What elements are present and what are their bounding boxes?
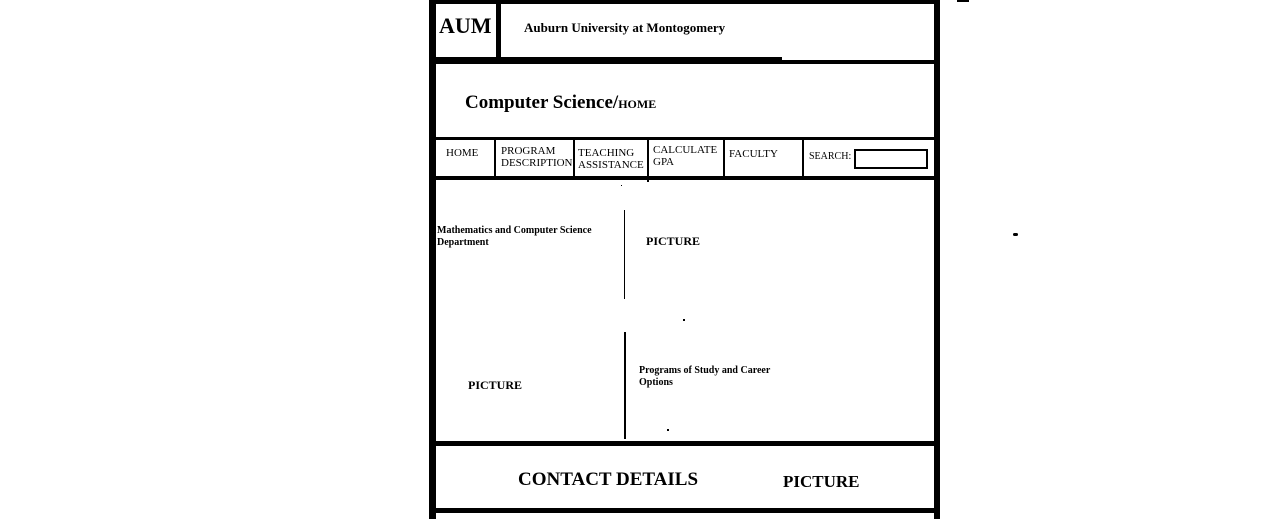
stray-dot-right [1013,233,1018,236]
university-name: Auburn University at Montogomery [524,20,726,35]
footer-bottom-line [430,508,940,513]
nav-item-program-description[interactable]: PROGRAM DESCRIPTION [501,145,573,169]
nav-item-faculty[interactable]: FACULTY [729,148,778,160]
nav-label-line: DESCRIPTION [501,157,573,169]
nav-top-line [430,137,940,140]
picture-placeholder-top: PICTURE [646,234,701,248]
logo-divider [496,0,501,60]
stray-dot-lower [667,429,669,431]
content-divider-bottom [624,332,626,439]
content-divider-top [624,210,625,299]
department-heading-line: Department [437,237,489,248]
stray-dot-center [683,319,685,321]
page-title-main: Computer Science/ [465,92,619,113]
stray-dot-top [621,185,622,186]
nav-label-line: CALCULATE [653,144,718,156]
programs-heading-line: Options [639,377,673,388]
programs-heading-line: Programs of Study and Career [639,365,771,376]
page-title-sub: HOME [618,97,657,111]
nav-label-line: ASSISTANCE [578,159,644,171]
nav-divider-1 [494,138,496,179]
nav-divider-4 [723,138,725,179]
nav-item-teaching-assistance[interactable]: TEACHING ASSISTANCE [578,147,644,171]
nav-divider-5 [802,138,804,179]
department-heading: Mathematics and Computer Science Departm… [437,225,592,249]
search-input[interactable] [854,149,928,169]
nav-label-line: TEACHING [578,147,635,159]
nav-item-home[interactable]: HOME [446,147,478,159]
nav-label-line: GPA [653,156,674,168]
aum-logo[interactable]: AUM [439,13,492,39]
header-bottom-line-2 [430,60,940,64]
picture-placeholder-left: PICTURE [468,378,523,392]
page-title: Computer Science/HOME [465,92,656,114]
contact-details: CONTACT DETAILS [518,469,699,490]
frame-top-tick [957,0,969,2]
frame-top-line [430,0,940,4]
department-heading-line: Mathematics and Computer Science [437,225,592,236]
footer-top-line [430,441,940,446]
nav-label-line: PROGRAM [501,145,556,157]
search-label: SEARCH: [809,151,852,162]
nav-divider-3 [647,138,649,182]
nav-bottom-line [430,176,940,180]
picture-placeholder-footer: PICTURE [783,472,860,491]
nav-divider-2 [573,138,575,179]
wireframe-page: AUM Auburn University at Montogomery Com… [0,0,1280,519]
programs-heading: Programs of Study and Career Options [639,365,770,389]
nav-item-calculate-gpa[interactable]: CALCULATE GPA [653,144,717,168]
